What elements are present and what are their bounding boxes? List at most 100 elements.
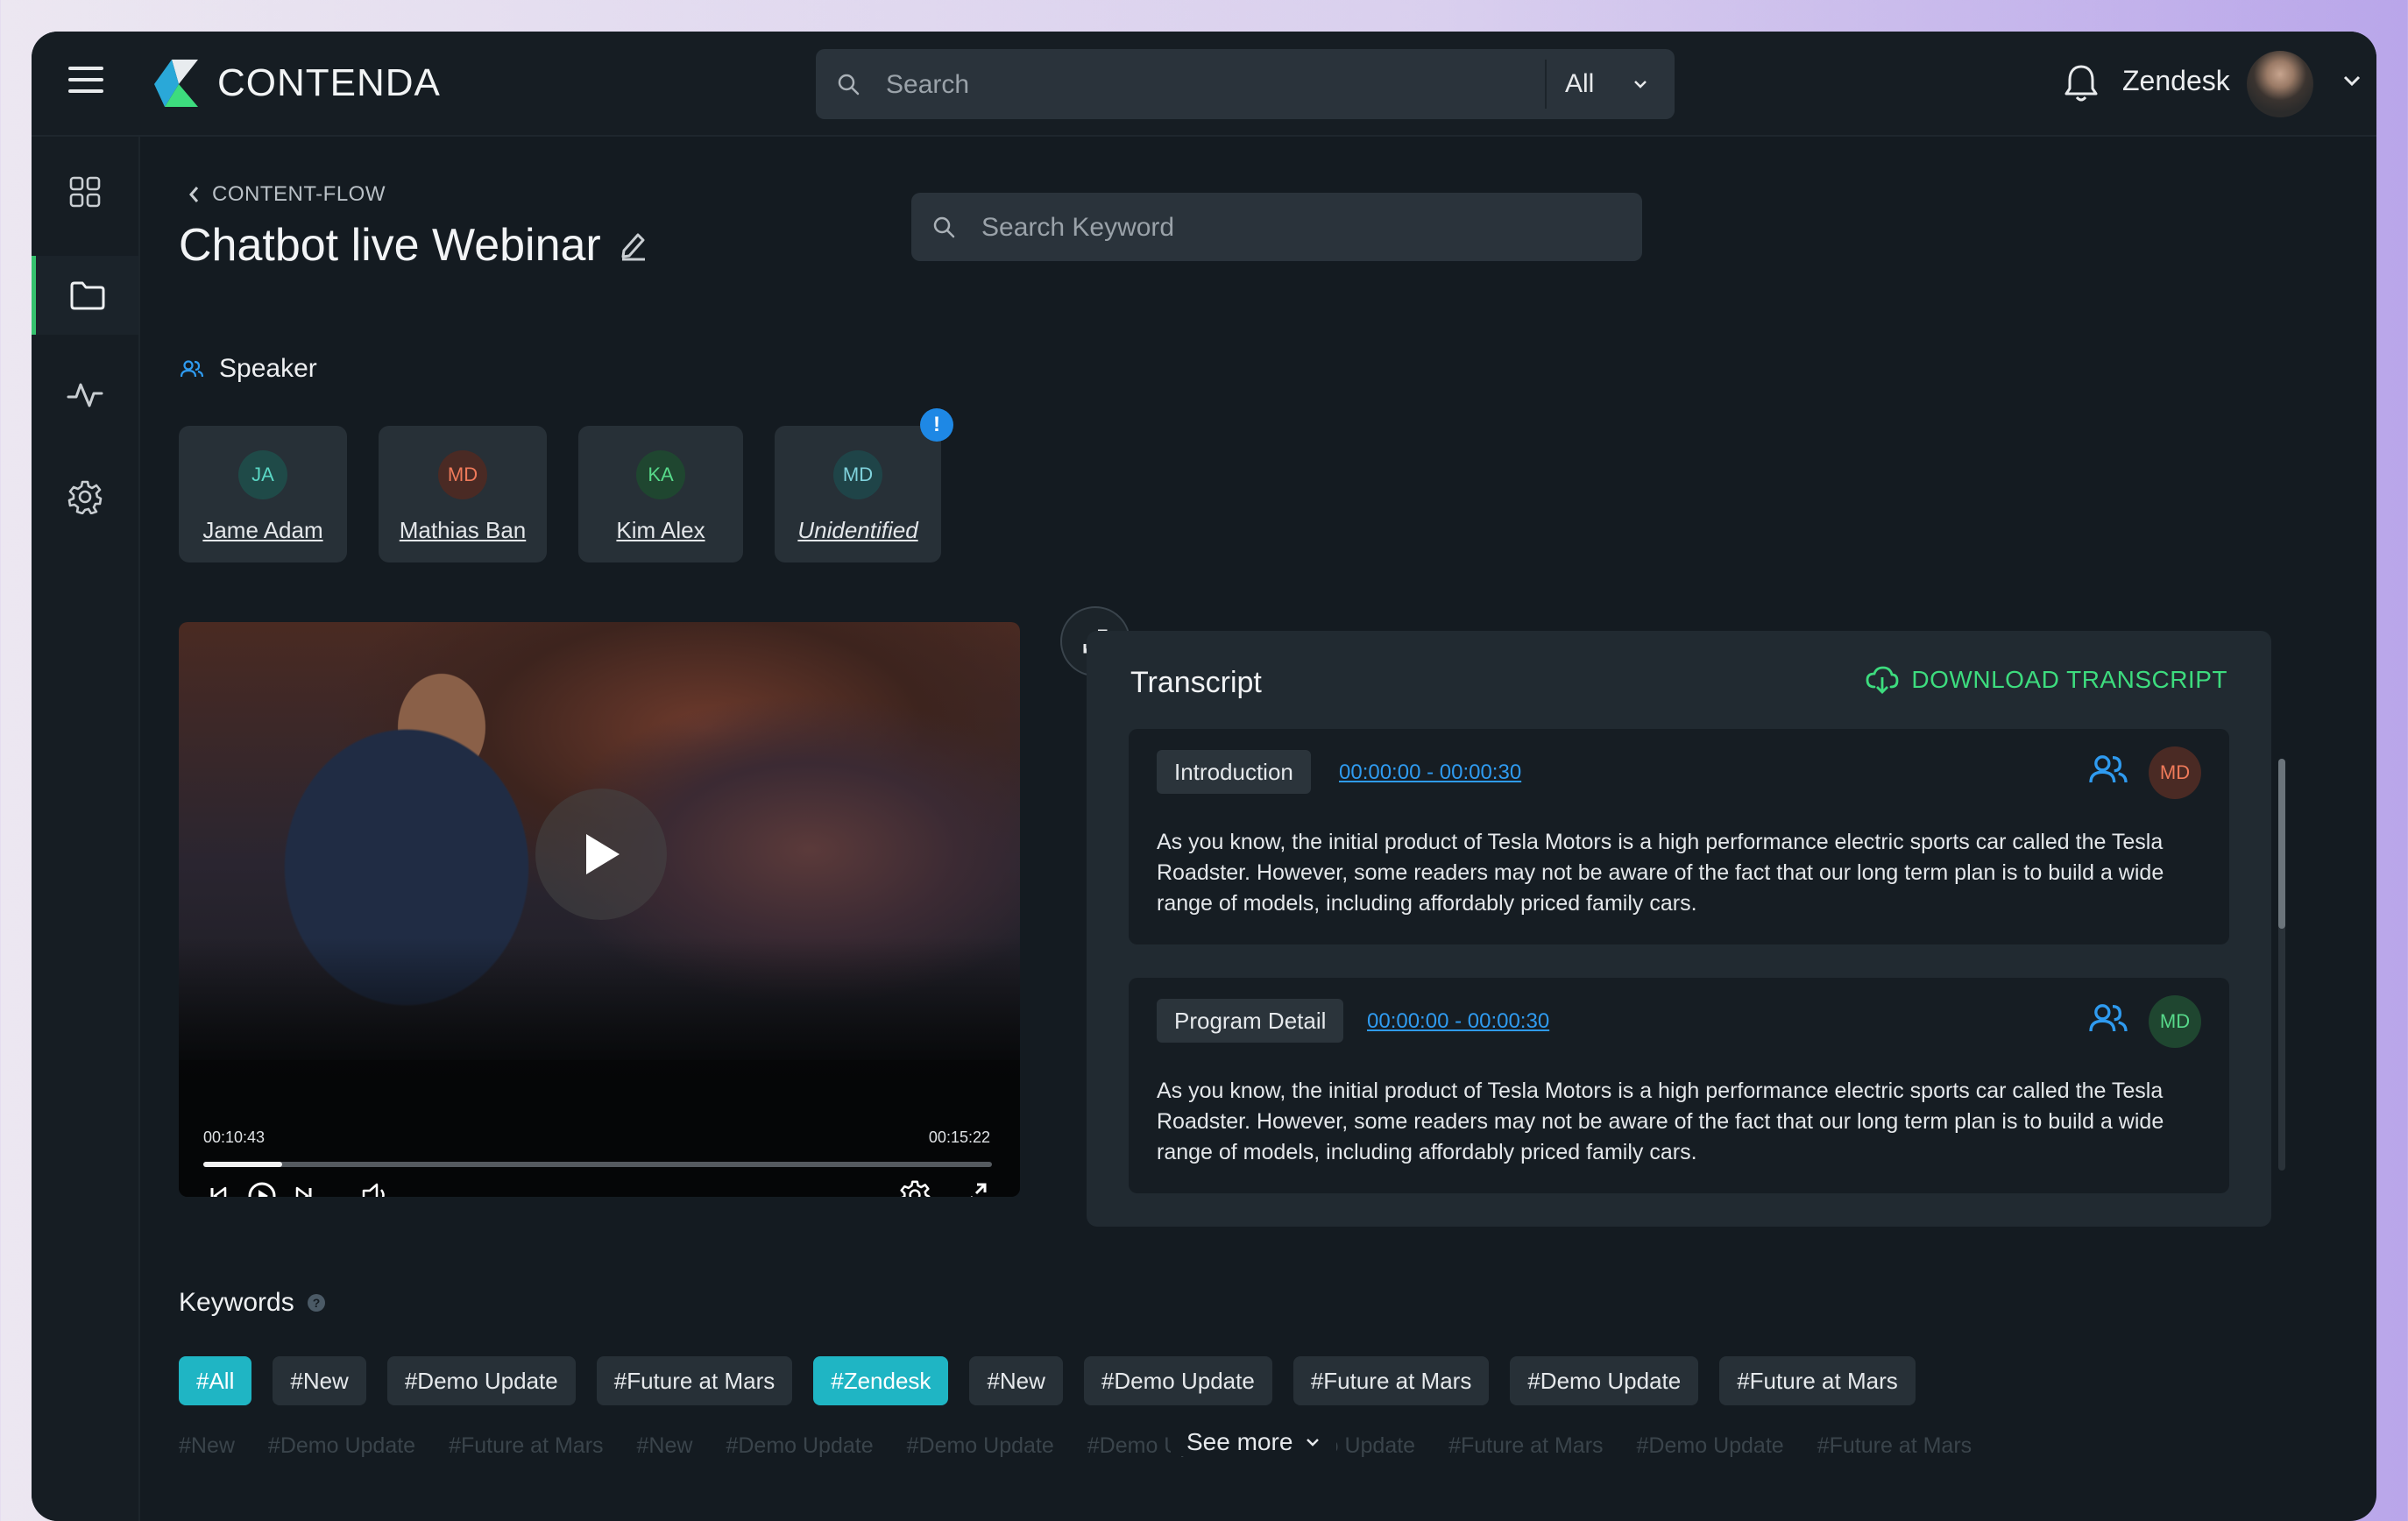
search-divider	[1545, 60, 1547, 109]
logo[interactable]: CONTENDA	[152, 58, 441, 109]
faded-keyword-row: #New #Demo Update #Future at Mars #New #…	[179, 1433, 1972, 1459]
users-icon	[181, 360, 203, 378]
sidebar-item-content[interactable]	[32, 256, 138, 335]
transcript-scrollbar-thumb[interactable]	[2278, 759, 2285, 929]
keywords-heading-label: Keywords	[179, 1288, 294, 1317]
video-progress-bar[interactable]	[203, 1162, 992, 1167]
see-more-label: See more	[1186, 1428, 1293, 1455]
search-filter-select[interactable]: All	[1565, 49, 1675, 119]
keyword-chip[interactable]: #Future at Mars	[596, 1356, 793, 1405]
search-icon	[933, 216, 955, 238]
chevron-left-icon	[189, 187, 199, 202]
dashboard-grid-icon	[69, 176, 101, 208]
cloud-download-icon	[1866, 666, 1899, 694]
search-filter-value: All	[1565, 69, 1595, 98]
total-time: 00:15:22	[928, 1128, 990, 1146]
keyword-search	[911, 193, 1642, 263]
folder-icon	[70, 281, 104, 310]
play-circle-icon[interactable]	[247, 1181, 277, 1197]
chevron-down-icon	[1634, 81, 1647, 88]
help-icon[interactable]: ?	[307, 1293, 326, 1312]
user-name[interactable]: Zendesk	[2122, 65, 2230, 97]
section-text: As you know, the initial product of Tesl…	[1157, 830, 2164, 916]
assign-speaker-icon[interactable]	[2089, 752, 2128, 787]
speaker-avatar: JA	[238, 450, 287, 499]
breadcrumb[interactable]: CONTENT-FLOW	[188, 182, 386, 207]
skip-back-icon[interactable]	[209, 1185, 228, 1197]
user-menu-chevron-icon[interactable]	[2341, 74, 2362, 88]
see-more-button[interactable]: See more	[1171, 1428, 1337, 1456]
play-button[interactable]	[535, 789, 667, 920]
speaker-name[interactable]: Mathias Ban	[400, 517, 527, 544]
search-icon	[838, 74, 860, 96]
faded-keyword: #Future at Mars	[1817, 1433, 1972, 1458]
section-timestamp[interactable]: 00:00:00 - 00:00:30	[1339, 760, 1521, 785]
speaker-badge[interactable]: MD	[2149, 995, 2201, 1048]
video-settings-icon[interactable]	[899, 1179, 931, 1197]
assign-speaker-icon[interactable]	[2089, 1001, 2128, 1036]
speaker-name[interactable]: Unidentified	[797, 517, 917, 544]
menu-icon[interactable]	[68, 67, 103, 98]
speaker-card[interactable]: JA Jame Adam	[179, 426, 347, 562]
faded-keyword: #Demo Update	[726, 1433, 874, 1458]
fullscreen-icon[interactable]	[960, 1181, 988, 1197]
keyword-chip[interactable]: #Future at Mars	[1719, 1356, 1916, 1405]
video-player[interactable]: 00:10:43 00:15:22	[179, 622, 1020, 1197]
section-text: As you know, the initial product of Tesl…	[1157, 1079, 2164, 1164]
speaker-avatar: MD	[833, 450, 882, 499]
keyword-chip[interactable]: #Demo Update	[1510, 1356, 1699, 1405]
section-tag: Program Detail	[1157, 999, 1344, 1043]
download-transcript-button[interactable]: DOWNLOAD TRANSCRIPT	[1866, 666, 2227, 694]
keyword-chip[interactable]: #Demo Update	[1083, 1356, 1272, 1405]
keyword-chip[interactable]: #Future at Mars	[1293, 1356, 1490, 1405]
speaker-card[interactable]: KA Kim Alex	[578, 426, 743, 562]
svg-text:?: ?	[312, 1296, 320, 1310]
sidebar	[32, 137, 140, 1521]
speaker-badge[interactable]: MD	[2149, 746, 2201, 799]
search-input[interactable]	[884, 49, 1589, 121]
faded-keyword: #New	[636, 1433, 693, 1458]
speaker-list: JA Jame Adam MD Mathias Ban KA Kim Alex …	[179, 408, 953, 562]
keyword-chip[interactable]: #New	[969, 1356, 1063, 1405]
speaker-heading: Speaker	[181, 354, 317, 384]
sidebar-item-settings[interactable]	[32, 457, 138, 536]
skip-forward-icon[interactable]	[294, 1185, 314, 1197]
faded-keyword: #Future at Mars	[1448, 1433, 1604, 1458]
user-avatar[interactable]	[2247, 51, 2313, 117]
faded-keyword: #Future at Mars	[449, 1433, 604, 1458]
speaker-name[interactable]: Jame Adam	[202, 517, 322, 544]
keyword-search-input[interactable]	[980, 193, 1614, 263]
keyword-chips: #All #New #Demo Update #Future at Mars #…	[179, 1356, 1916, 1405]
transcript-section: Program Detail 00:00:00 - 00:00:30 MD As…	[1129, 978, 2229, 1193]
app-window: CONTENDA All Zendesk	[32, 32, 2376, 1521]
speaker-avatar: KA	[636, 450, 685, 499]
transcript-title: Transcript	[1130, 666, 1262, 699]
volume-icon[interactable]	[361, 1181, 391, 1197]
keyword-chip[interactable]: #Demo Update	[386, 1356, 576, 1405]
download-transcript-label: DOWNLOAD TRANSCRIPT	[1911, 666, 2227, 693]
section-tag: Introduction	[1157, 750, 1311, 794]
speaker-avatar: MD	[438, 450, 487, 499]
global-search: All	[816, 49, 1675, 121]
speaker-name[interactable]: Kim Alex	[616, 517, 705, 544]
speaker-card-unidentified[interactable]: MD Unidentified !	[775, 408, 953, 562]
speaker-card[interactable]: MD Mathias Ban	[379, 426, 547, 562]
page-title-text: Chatbot live Webinar	[179, 220, 601, 271]
contenda-logo-icon	[154, 60, 198, 107]
speaker-heading-label: Speaker	[219, 354, 317, 383]
edit-pencil-icon[interactable]	[619, 230, 648, 261]
keyword-chip[interactable]: #Zendesk	[813, 1356, 949, 1405]
section-timestamp[interactable]: 00:00:00 - 00:00:30	[1367, 1009, 1549, 1034]
sidebar-item-dashboard[interactable]	[32, 152, 138, 231]
notification-bell-icon[interactable]	[2063, 63, 2100, 103]
sidebar-item-analytics[interactable]	[32, 356, 138, 435]
keyword-chip[interactable]: #All	[179, 1356, 252, 1405]
keyword-chip[interactable]: #New	[273, 1356, 366, 1405]
page-title: Chatbot live Webinar	[179, 219, 648, 272]
alert-badge: !	[920, 408, 953, 442]
faded-keyword: #Demo Update	[267, 1433, 416, 1458]
chevron-down-icon	[1307, 1439, 1320, 1447]
top-bar: CONTENDA All Zendesk	[32, 32, 2376, 137]
play-icon	[586, 834, 620, 874]
current-time: 00:10:43	[203, 1128, 266, 1146]
